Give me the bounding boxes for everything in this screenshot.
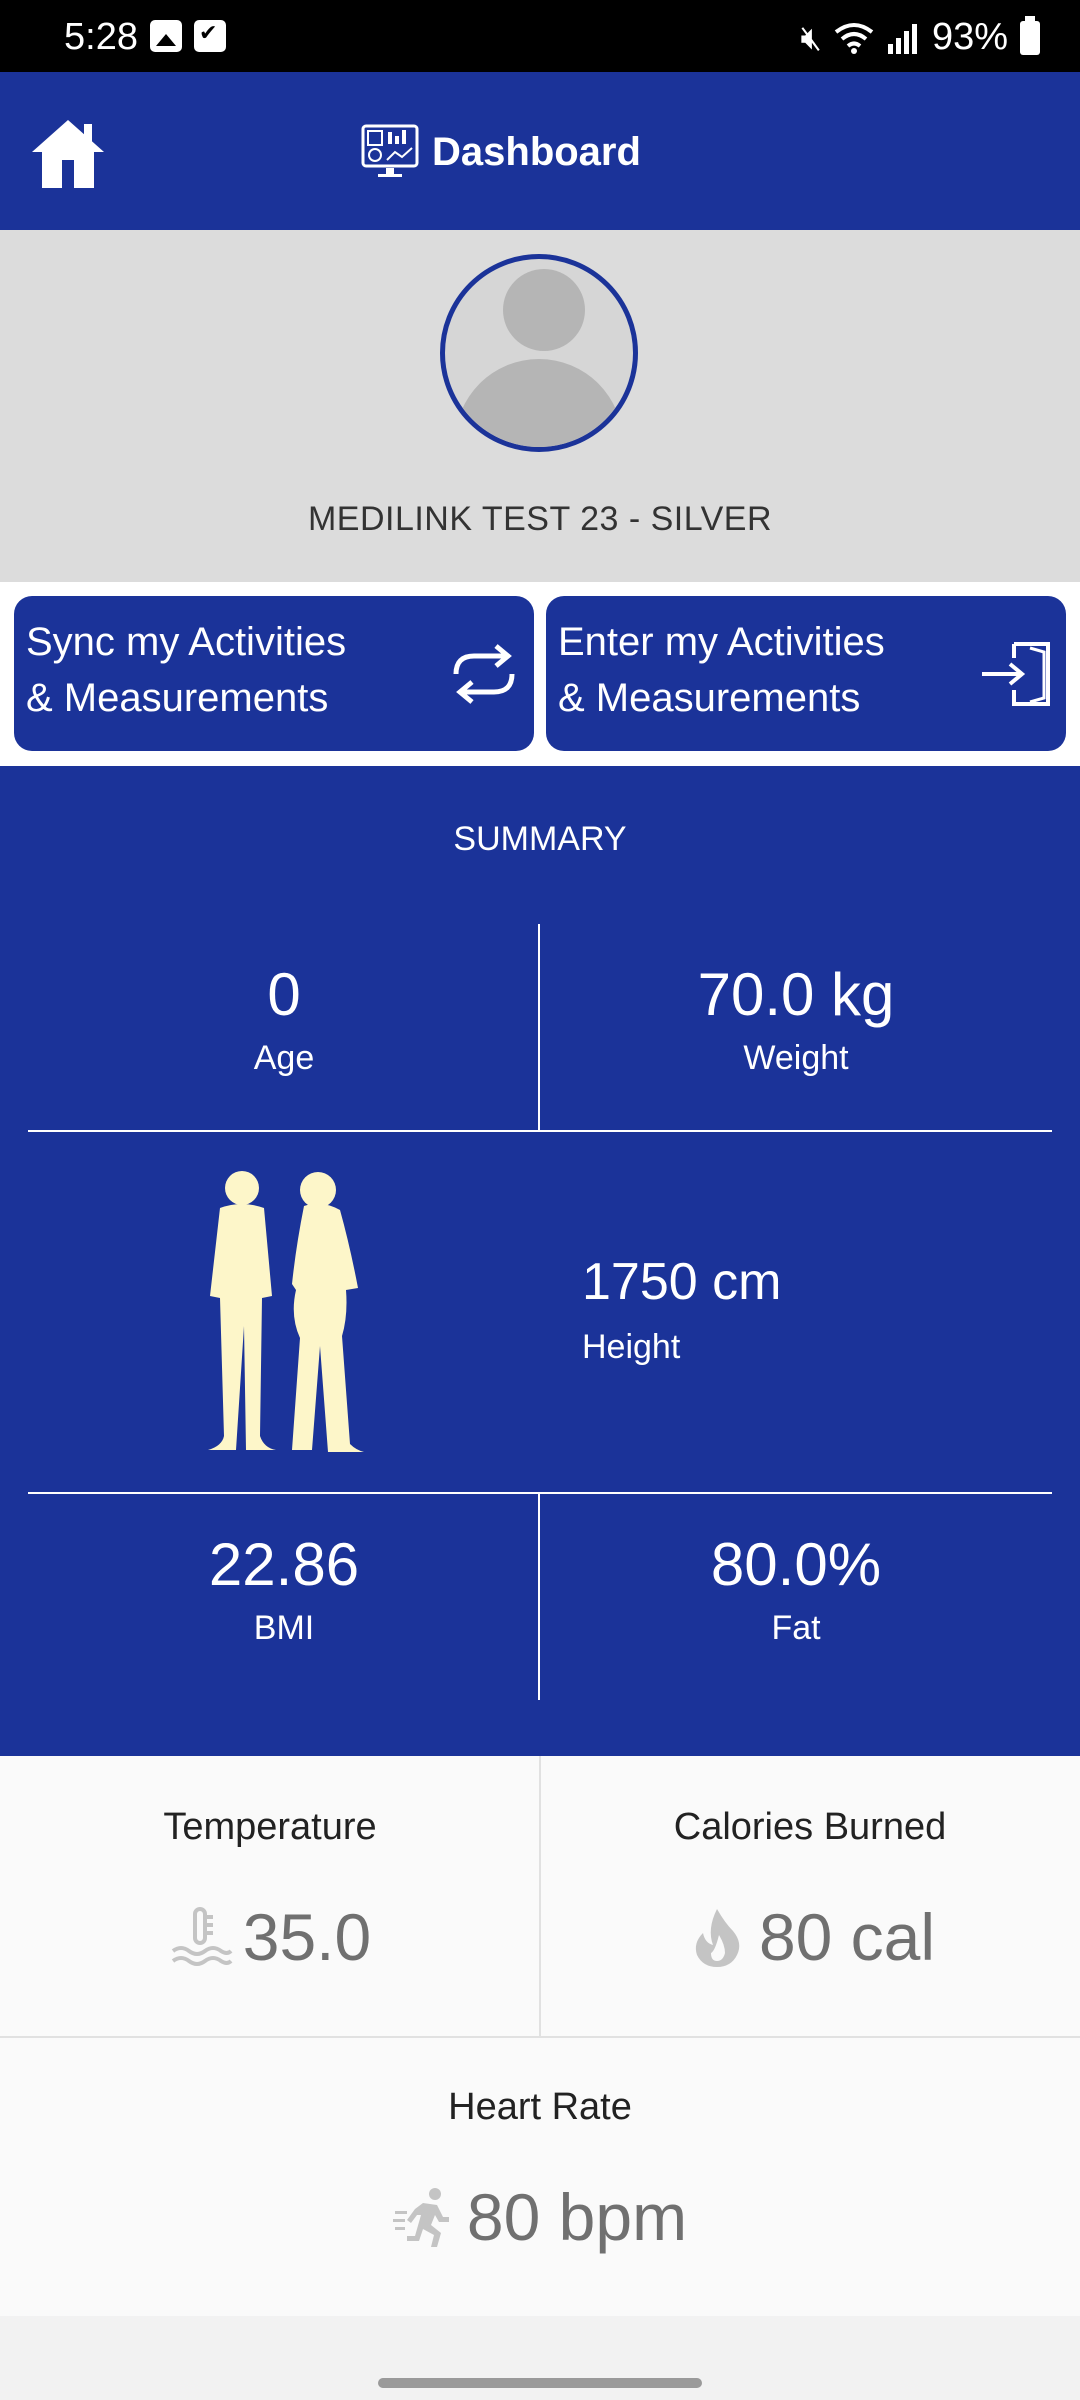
title-wrap: Dashboard	[360, 122, 641, 182]
bmi-label: BMI	[253, 1609, 315, 1647]
calories-value: 80 cal	[758, 1900, 936, 1974]
mute-icon: 🔇︎	[800, 17, 822, 58]
status-time: 5:28	[64, 16, 138, 58]
people-silhouette	[208, 1171, 364, 1452]
sync-icon	[453, 644, 515, 704]
metrics-section: Temperature 35.0 Calories Burned 80 cal	[0, 1756, 1080, 2318]
enter-label-line1: Enter my Activities	[558, 620, 885, 664]
flame-icon	[695, 1909, 740, 1967]
heart-rate-value-row: 80 bpm	[0, 2179, 1080, 2255]
dashboard-monitor-icon	[361, 124, 419, 177]
bmi-stat: 22.86 BMI	[28, 1530, 540, 1648]
height-label: Height	[582, 1328, 681, 1366]
calories-card[interactable]: Calories Burned 80 cal	[540, 1806, 1080, 1975]
metrics-divider-horizontal	[0, 2036, 1080, 2038]
enter-button-label: Enter my Activities & Measurements	[558, 614, 958, 726]
sync-label-line2: & Measurements	[26, 676, 329, 720]
enter-label-line2: & Measurements	[558, 676, 861, 720]
temperature-value-row: 35.0	[0, 1899, 540, 1975]
battery-percent: 93%	[931, 16, 1008, 58]
summary-title: SUMMARY	[453, 820, 627, 858]
age-stat: 0 Age	[28, 960, 540, 1078]
home-gesture-handle[interactable]	[378, 2378, 702, 2388]
weight-value: 70.0 kg	[697, 961, 895, 1028]
running-icon	[392, 2188, 449, 2247]
enter-icon	[982, 642, 1050, 706]
enter-activities-button[interactable]: Enter my Activities & Measurements	[546, 596, 1066, 751]
heart-rate-label: Heart Rate	[448, 2086, 632, 2128]
app-bar: Dashboard	[0, 72, 1080, 230]
status-right: 🔇︎ 93%	[800, 15, 1040, 59]
wifi-icon	[834, 22, 874, 54]
heart-rate-value: 80 bpm	[466, 2180, 688, 2254]
sync-button-label: Sync my Activities & Measurements	[26, 614, 426, 726]
status-bar: 5:28 🔇︎ 93%	[0, 0, 1080, 72]
age-label: Age	[253, 1039, 315, 1077]
age-value: 0	[267, 961, 301, 1028]
fat-value: 80.0%	[710, 1531, 882, 1598]
system-nav-bar	[0, 2316, 1080, 2400]
height-value: 1750 cm	[582, 1253, 782, 1311]
fat-label: Fat	[771, 1609, 821, 1647]
temperature-value: 35.0	[242, 1900, 372, 1974]
temperature-label: Temperature	[163, 1806, 377, 1848]
avatar-body	[455, 359, 623, 447]
signal-icon	[887, 23, 917, 54]
avatar[interactable]	[440, 254, 638, 452]
gallery-icon	[150, 20, 182, 52]
divider-horizontal-top	[28, 1130, 1052, 1132]
sync-label-line1: Sync my Activities	[26, 620, 347, 664]
summary-panel: SUMMARY 0 Age 70.0 kg Weight 1750 cm Hei…	[0, 766, 1080, 1756]
profile-section: MEDILINK TEST 23 - SILVER	[0, 230, 1080, 582]
profile-name: MEDILINK TEST 23 - SILVER	[307, 500, 773, 538]
divider-horizontal-bottom	[28, 1492, 1052, 1494]
calories-label: Calories Burned	[673, 1806, 947, 1848]
avatar-head	[503, 269, 585, 351]
page-title: Dashboard	[432, 129, 641, 174]
checkbox-icon	[194, 20, 226, 52]
temperature-card[interactable]: Temperature 35.0	[0, 1806, 540, 1975]
heart-rate-card[interactable]: Heart Rate 80 bpm	[0, 2086, 1080, 2255]
sync-activities-button[interactable]: Sync my Activities & Measurements	[14, 596, 534, 751]
weight-label: Weight	[743, 1039, 849, 1077]
weight-stat: 70.0 kg Weight	[540, 960, 1052, 1078]
home-icon[interactable]	[30, 116, 106, 190]
height-stat: 1750 cm Height	[582, 1252, 781, 1367]
thermometer-icon	[171, 1907, 233, 1966]
battery-icon	[1020, 15, 1040, 55]
bmi-value: 22.86	[208, 1531, 360, 1598]
fat-stat: 80.0% Fat	[540, 1530, 1052, 1648]
calories-value-row: 80 cal	[540, 1899, 1080, 1975]
status-left-icons	[150, 20, 226, 52]
